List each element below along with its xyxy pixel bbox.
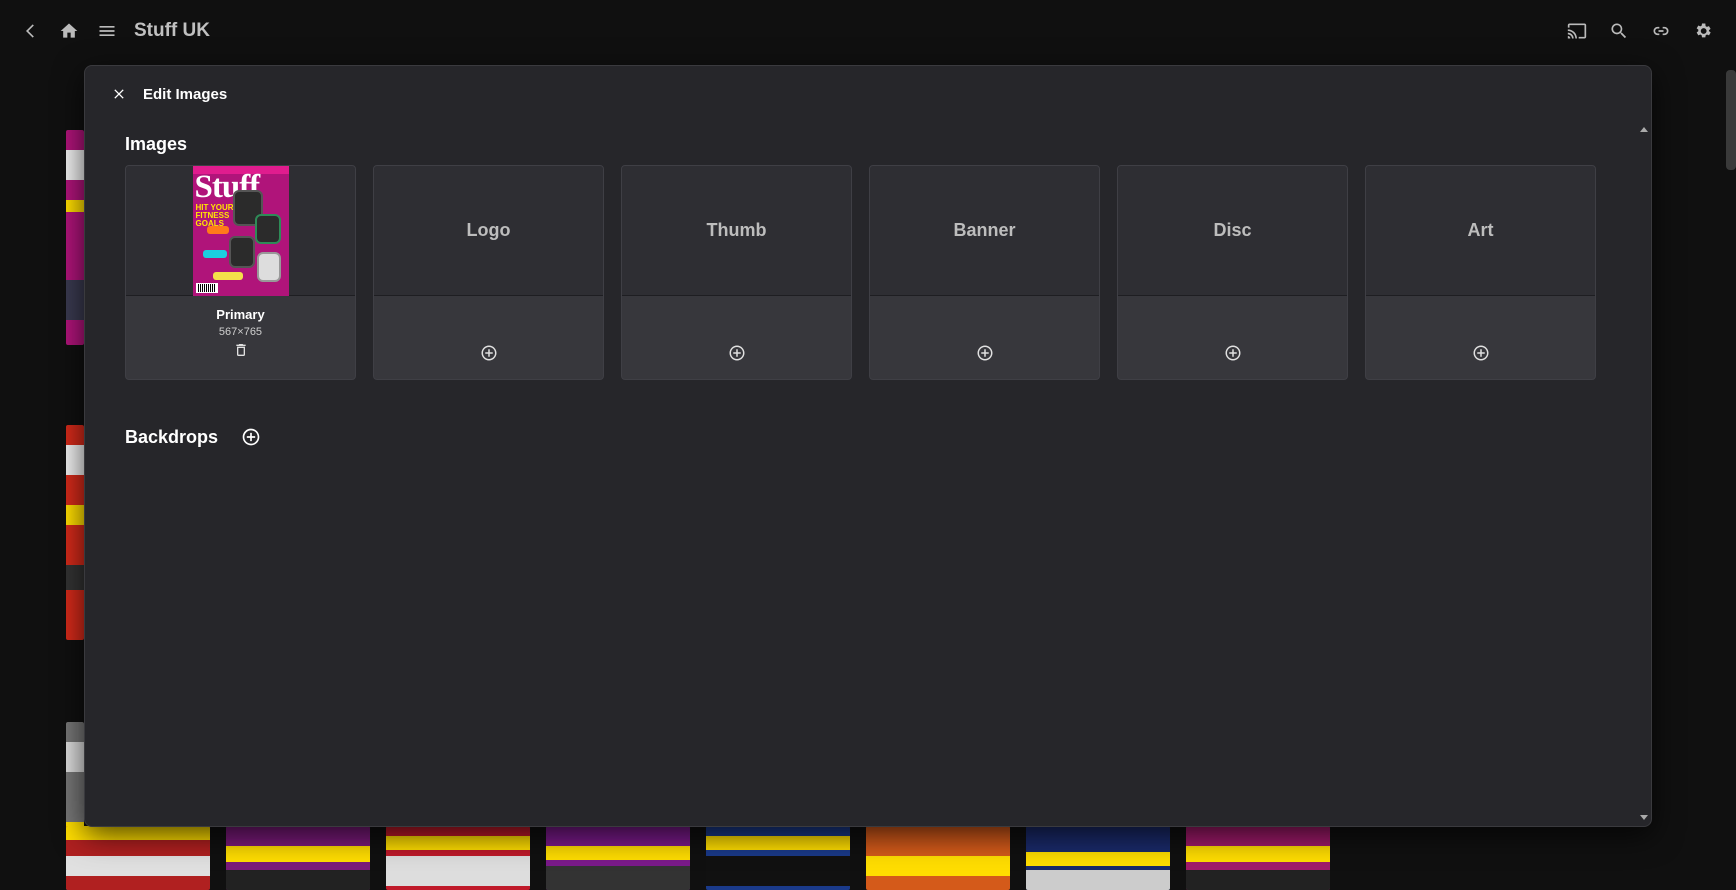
back-arrow-icon bbox=[26, 24, 34, 38]
background-cover[interactable] bbox=[706, 826, 850, 890]
image-card-banner[interactable]: Banner bbox=[869, 165, 1100, 380]
add-image-button[interactable] bbox=[1221, 341, 1245, 365]
dialog-scroll-down-arrow[interactable] bbox=[1640, 815, 1648, 820]
card-image-dimensions: 567×765 bbox=[218, 326, 263, 338]
add-image-button[interactable] bbox=[1469, 341, 1493, 365]
edit-images-dialog: Edit Images Images Stuff HIT YOUR 2026 F… bbox=[84, 65, 1652, 827]
cast-icon bbox=[1567, 23, 1587, 39]
search-icon bbox=[1611, 23, 1627, 39]
card-info bbox=[1366, 296, 1595, 379]
settings-button[interactable] bbox=[1686, 14, 1720, 48]
card-type-label: Art bbox=[1467, 220, 1494, 240]
card-image-type: Primary bbox=[216, 307, 265, 322]
background-cover[interactable] bbox=[66, 130, 84, 345]
background-cover[interactable] bbox=[386, 826, 530, 890]
dialog-header: Edit Images bbox=[85, 66, 1651, 122]
card-image-area: Logo bbox=[374, 166, 603, 296]
add-circle-icon bbox=[729, 345, 744, 361]
delete-image-button[interactable] bbox=[229, 338, 253, 362]
settings-icon bbox=[1696, 23, 1711, 38]
back-button[interactable] bbox=[14, 14, 48, 48]
home-icon bbox=[60, 23, 78, 38]
cover-barcode bbox=[195, 282, 218, 293]
menu-button[interactable] bbox=[90, 14, 124, 48]
images-section-title: Images bbox=[125, 134, 188, 154]
cast-button[interactable] bbox=[1560, 14, 1594, 48]
add-backdrop-button[interactable] bbox=[239, 425, 263, 449]
add-image-button[interactable] bbox=[973, 341, 997, 365]
card-image-area: Disc bbox=[1118, 166, 1347, 296]
add-circle-icon bbox=[1225, 345, 1240, 361]
background-cover[interactable] bbox=[1186, 826, 1330, 890]
image-card-primary[interactable]: Stuff HIT YOUR 2026 FITNESS GOALS Primar… bbox=[125, 165, 356, 380]
card-image-area: Banner bbox=[870, 166, 1099, 296]
syncplay-icon bbox=[1653, 26, 1669, 36]
background-cover[interactable] bbox=[66, 425, 84, 640]
card-info: Primary 567×765 bbox=[126, 296, 355, 379]
syncplay-button[interactable] bbox=[1644, 14, 1678, 48]
image-card-logo[interactable]: Logo bbox=[373, 165, 604, 380]
card-type-label: Thumb bbox=[706, 220, 767, 240]
search-button[interactable] bbox=[1602, 14, 1636, 48]
add-circle-icon bbox=[481, 345, 496, 361]
dialog-scroll-up-arrow[interactable] bbox=[1640, 127, 1648, 132]
app-header: Stuff UK bbox=[0, 0, 1736, 62]
card-image-area: Art bbox=[1366, 166, 1595, 296]
card-type-label: Logo bbox=[466, 220, 511, 240]
background-cover[interactable] bbox=[546, 826, 690, 890]
background-cover[interactable] bbox=[66, 826, 210, 890]
page-scrollbar[interactable] bbox=[1726, 70, 1736, 170]
dialog-title: Edit Images bbox=[143, 85, 228, 103]
card-image-area: Thumb bbox=[622, 166, 851, 296]
add-circle-icon bbox=[242, 428, 260, 446]
header-actions bbox=[1560, 14, 1724, 48]
background-cover[interactable] bbox=[1026, 826, 1170, 890]
add-circle-icon bbox=[1473, 345, 1488, 361]
card-type-label: Disc bbox=[1213, 220, 1252, 240]
add-circle-icon bbox=[977, 345, 992, 361]
image-cards: Stuff HIT YOUR 2026 FITNESS GOALS Primar… bbox=[125, 165, 1596, 380]
app-title: Stuff UK bbox=[134, 20, 210, 41]
image-card-disc[interactable]: Disc bbox=[1117, 165, 1348, 380]
primary-image-thumbnail: Stuff HIT YOUR 2026 FITNESS GOALS bbox=[192, 166, 289, 296]
image-card-art[interactable]: Art bbox=[1365, 165, 1596, 380]
card-info bbox=[374, 296, 603, 379]
close-button[interactable] bbox=[103, 78, 135, 110]
card-info bbox=[870, 296, 1099, 379]
card-type-label: Banner bbox=[953, 220, 1016, 240]
image-card-thumb[interactable]: Thumb bbox=[621, 165, 852, 380]
home-button[interactable] bbox=[52, 14, 86, 48]
add-image-button[interactable] bbox=[477, 341, 501, 365]
background-cover[interactable] bbox=[226, 826, 370, 890]
menu-icon bbox=[99, 26, 115, 36]
card-image-area: Stuff HIT YOUR 2026 FITNESS GOALS bbox=[126, 166, 355, 296]
delete-icon bbox=[235, 344, 246, 356]
add-image-button[interactable] bbox=[725, 341, 749, 365]
background-cover[interactable] bbox=[866, 826, 1010, 890]
close-icon bbox=[114, 89, 124, 99]
backdrops-section-title: Backdrops bbox=[125, 427, 219, 447]
card-info bbox=[1118, 296, 1347, 379]
card-info bbox=[622, 296, 851, 379]
